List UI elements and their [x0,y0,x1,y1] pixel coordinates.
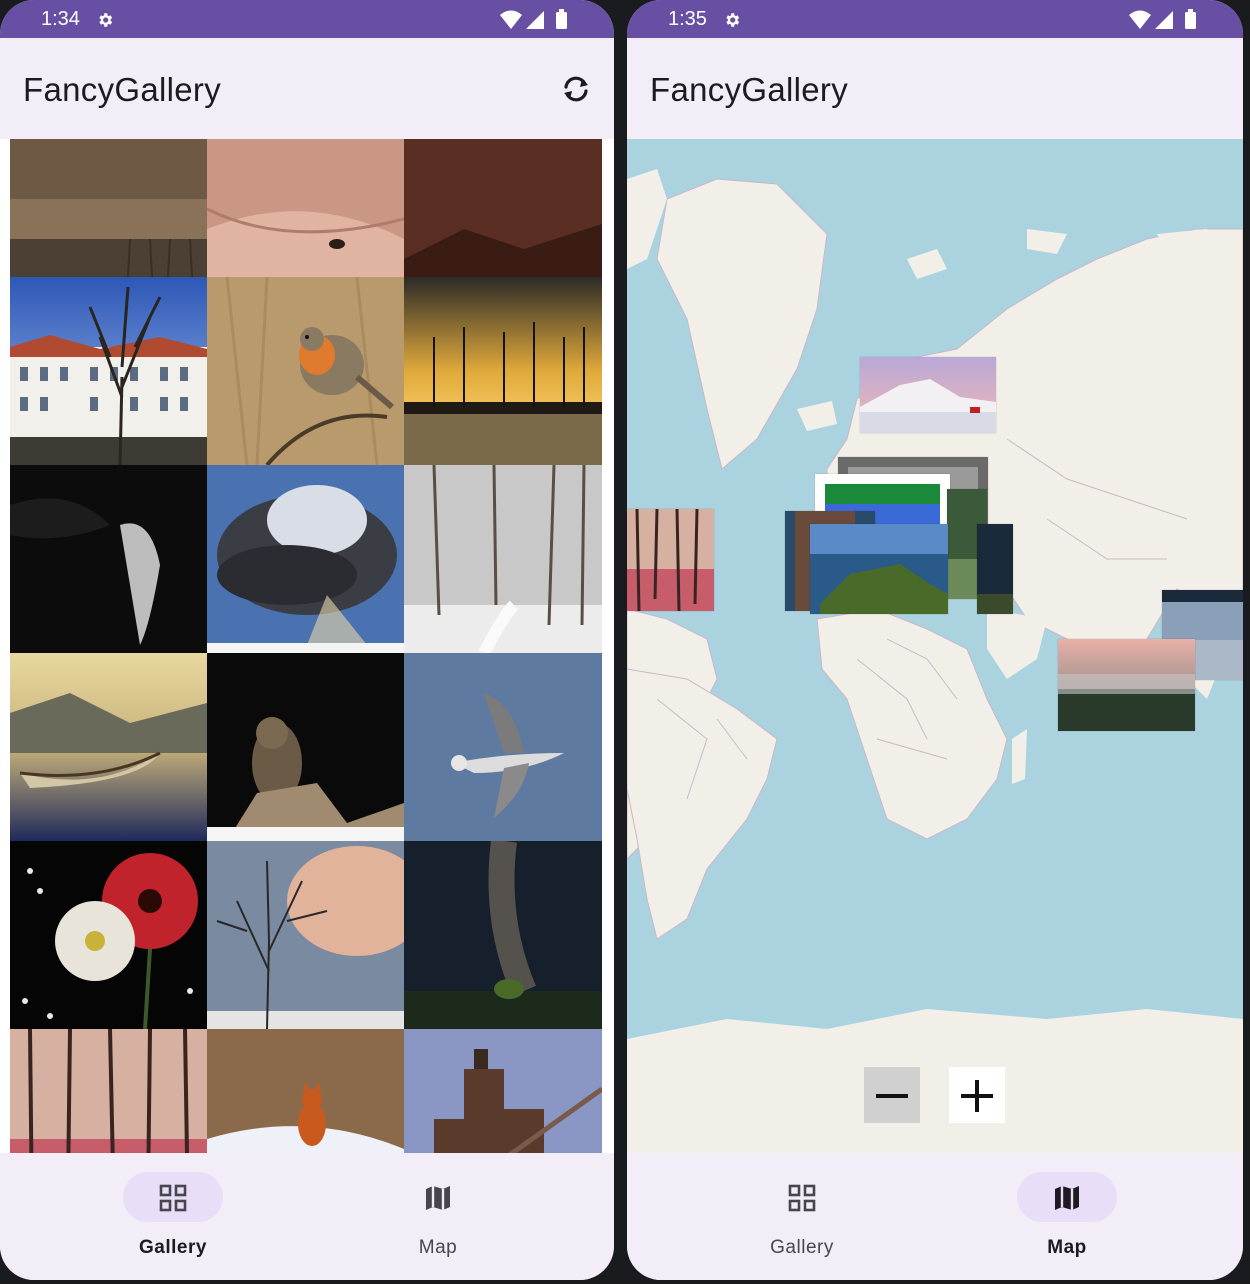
photo-grid-container [0,139,614,1153]
map-photo-coast[interactable] [810,524,948,614]
zoom-out-button[interactable] [864,1067,920,1123]
sand-dunes-photo[interactable] [207,139,404,277]
rowing-boat-photo[interactable] [10,653,207,841]
nav-map[interactable]: Map [338,1153,538,1280]
status-bar: 1:35 [627,0,1243,38]
plus-icon [961,1080,993,1112]
map-photo-misty-jungle[interactable] [1058,639,1195,731]
steel-works-photo[interactable] [404,1029,602,1153]
nav-gallery[interactable]: Gallery [73,1153,273,1280]
milky-way-photo[interactable] [404,841,602,1029]
status-time: 1:35 [668,8,707,30]
map-photo-night[interactable] [977,524,1013,614]
storm-cloud-photo[interactable] [207,465,404,653]
sunset-forest-photo[interactable] [404,277,602,465]
nav-map[interactable]: Map [967,1153,1167,1280]
signal-battery-icons [500,9,574,31]
nav-map-label: Map [418,1237,458,1258]
status-time: 1:34 [41,8,80,30]
sync-icon[interactable] [558,73,594,105]
map-screen: 1:35 FancyGallery Gallery Map [627,0,1243,1280]
grid-icon [786,1182,818,1214]
nav-map-label: Map [1047,1237,1087,1258]
fox-in-snow-photo[interactable] [207,1029,404,1153]
signal-battery-icons [1129,9,1203,31]
bottom-navigation: Gallery Map [0,1153,614,1280]
robin-photo[interactable] [207,277,404,465]
lake-shore-photo[interactable] [10,139,207,277]
gear-icon [96,11,114,29]
app-title: FancyGallery [23,71,221,108]
snowy-forest-photo[interactable] [404,465,602,653]
nav-gallery-label: Gallery [139,1237,207,1258]
gear-icon [723,11,741,29]
map-icon [1051,1182,1083,1214]
grid-icon [157,1182,189,1214]
minus-icon [876,1094,908,1098]
seagull-photo[interactable] [404,653,602,841]
map-photo-autumn-forest[interactable] [627,509,714,611]
dusk-hills-photo[interactable] [404,139,602,277]
status-bar: 1:34 [0,0,614,38]
map-icon [422,1182,454,1214]
owl-photo[interactable] [207,653,404,841]
top-app-bar: FancyGallery [0,38,614,139]
zoom-in-button[interactable] [949,1067,1005,1123]
app-title: FancyGallery [650,71,848,108]
map-photo-norway[interactable] [860,357,996,433]
autumn-forest-photo[interactable] [10,1029,207,1153]
world-map[interactable] [627,139,1243,1153]
dark-portrait-photo[interactable] [10,465,207,653]
gerbera-flowers-photo[interactable] [10,841,207,1029]
bottom-navigation: Gallery Map [627,1153,1243,1280]
palace-photo[interactable] [10,277,207,465]
nav-gallery-label: Gallery [770,1237,834,1258]
nav-gallery[interactable]: Gallery [702,1153,902,1280]
top-app-bar: FancyGallery [627,38,1243,139]
winter-tree-sky-photo[interactable] [207,841,404,1029]
photo-grid [10,139,602,1153]
gallery-screen: 1:34 FancyGallery Gallery Map [0,0,614,1280]
